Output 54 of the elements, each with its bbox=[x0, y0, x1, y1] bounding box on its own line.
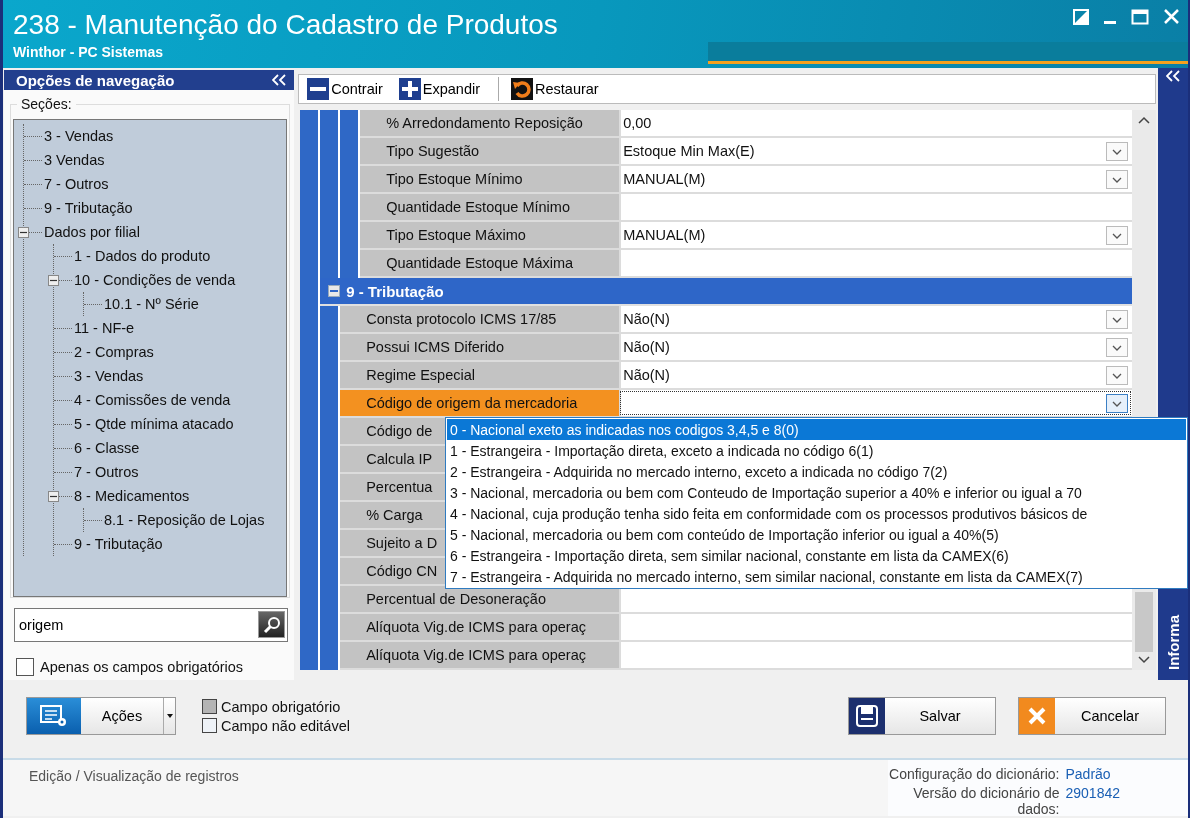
tree-item[interactable]: 3 - Vendas bbox=[74, 368, 144, 384]
tree-item[interactable]: 3 - Vendas bbox=[44, 128, 114, 144]
toolbar-button[interactable]: Contrair bbox=[307, 78, 389, 100]
checkbox-label: Apenas os campos obrigatórios bbox=[40, 659, 244, 675]
tree-item[interactable]: 8 - Medicamentos bbox=[74, 488, 190, 504]
tree-item[interactable]: 10 - Condições de venda bbox=[74, 272, 236, 288]
tree-item[interactable]: 6 - Classe bbox=[74, 440, 140, 456]
field-label: Alíquota Vig.de ICMS para operaç bbox=[340, 614, 620, 640]
status-value: 2901842 bbox=[1065, 785, 1120, 803]
tree-item[interactable]: 5 - Qtde mínima atacado bbox=[74, 416, 234, 432]
tree-item[interactable]: 3 Vendas bbox=[44, 152, 105, 168]
status-value: Padrão bbox=[1065, 766, 1112, 782]
search-field[interactable]: origem bbox=[14, 608, 289, 642]
tree-item[interactable]: 9 - Tributação bbox=[74, 536, 163, 552]
field-label: Tipo Estoque Máximo bbox=[360, 222, 620, 248]
field-label: Código de origem da mercadoria bbox=[340, 390, 620, 416]
field-label: Tipo Sugestão bbox=[360, 138, 620, 164]
tree-item[interactable]: 10.1 - Nº Série bbox=[104, 296, 199, 312]
tree-item[interactable]: 7 - Outros bbox=[44, 176, 109, 192]
legend-label: Campo obrigatório bbox=[221, 698, 341, 715]
field-label: Alíquota Vig.de ICMS para operaç bbox=[340, 642, 620, 668]
tree-item[interactable]: 8.1 - Reposição de Lojas bbox=[104, 512, 265, 528]
field-label: Possui ICMS Diferido bbox=[340, 334, 620, 360]
field-label: Consta protocolo ICMS 17/85 bbox=[340, 306, 620, 332]
tree-item[interactable]: 4 - Comissões de venda bbox=[74, 392, 231, 408]
field-label: % Arredondamento Reposição bbox=[360, 110, 620, 136]
actions-button[interactable]: Ações bbox=[26, 697, 176, 735]
status-label: Versão do dicionário de dados: bbox=[912, 785, 1060, 817]
tree-item[interactable]: 9 - Tributação bbox=[44, 200, 133, 216]
status-label: Configuração do dicionário: bbox=[888, 766, 1060, 782]
field-label: Quantidade Estoque Máxima bbox=[360, 250, 620, 276]
field-label: Regime Especial bbox=[340, 362, 620, 388]
tree-item[interactable]: 11 - NF-e bbox=[74, 320, 135, 336]
panel-title: Opções de navegação bbox=[16, 71, 175, 89]
tree-item[interactable]: 1 - Dados do produto bbox=[74, 248, 211, 264]
tree-item[interactable]: 2 - Compras bbox=[74, 344, 154, 360]
tree-item[interactable]: 7 - Outros bbox=[74, 464, 139, 480]
side-panel-title[interactable]: Informa bbox=[1164, 615, 1182, 670]
field-label: Percentual de Desoneração bbox=[340, 586, 620, 612]
dropdown-option[interactable]: 0 - Nacional exeto as indicadas nos codigos 3,4,5 e 8(0) bbox=[447, 419, 1186, 440]
legend-label: Campo não editável bbox=[221, 717, 350, 734]
section-title: 9 - Tributação bbox=[346, 282, 444, 300]
window-title: 238 - Manutenção do Cadastro de Produtos bbox=[13, 8, 558, 42]
field-label: Tipo Estoque Mínimo bbox=[360, 166, 620, 192]
window-subtitle: Winthor - PC Sistemas bbox=[13, 44, 163, 60]
tree-item[interactable]: Dados por filial bbox=[44, 224, 140, 240]
field-label: Quantidade Estoque Mínimo bbox=[360, 194, 620, 220]
cancel-button[interactable]: Cancelar bbox=[1018, 697, 1166, 735]
save-button[interactable]: Salvar bbox=[848, 697, 996, 735]
toolbar-button[interactable]: Expandir bbox=[398, 78, 486, 100]
toolbar-button[interactable]: Restaurar bbox=[511, 78, 605, 100]
sections-label: Seções: bbox=[17, 96, 76, 112]
section-header[interactable]: 9 - Tributação bbox=[320, 278, 1133, 306]
status-text: Edição / Visualização de registros bbox=[29, 768, 239, 784]
